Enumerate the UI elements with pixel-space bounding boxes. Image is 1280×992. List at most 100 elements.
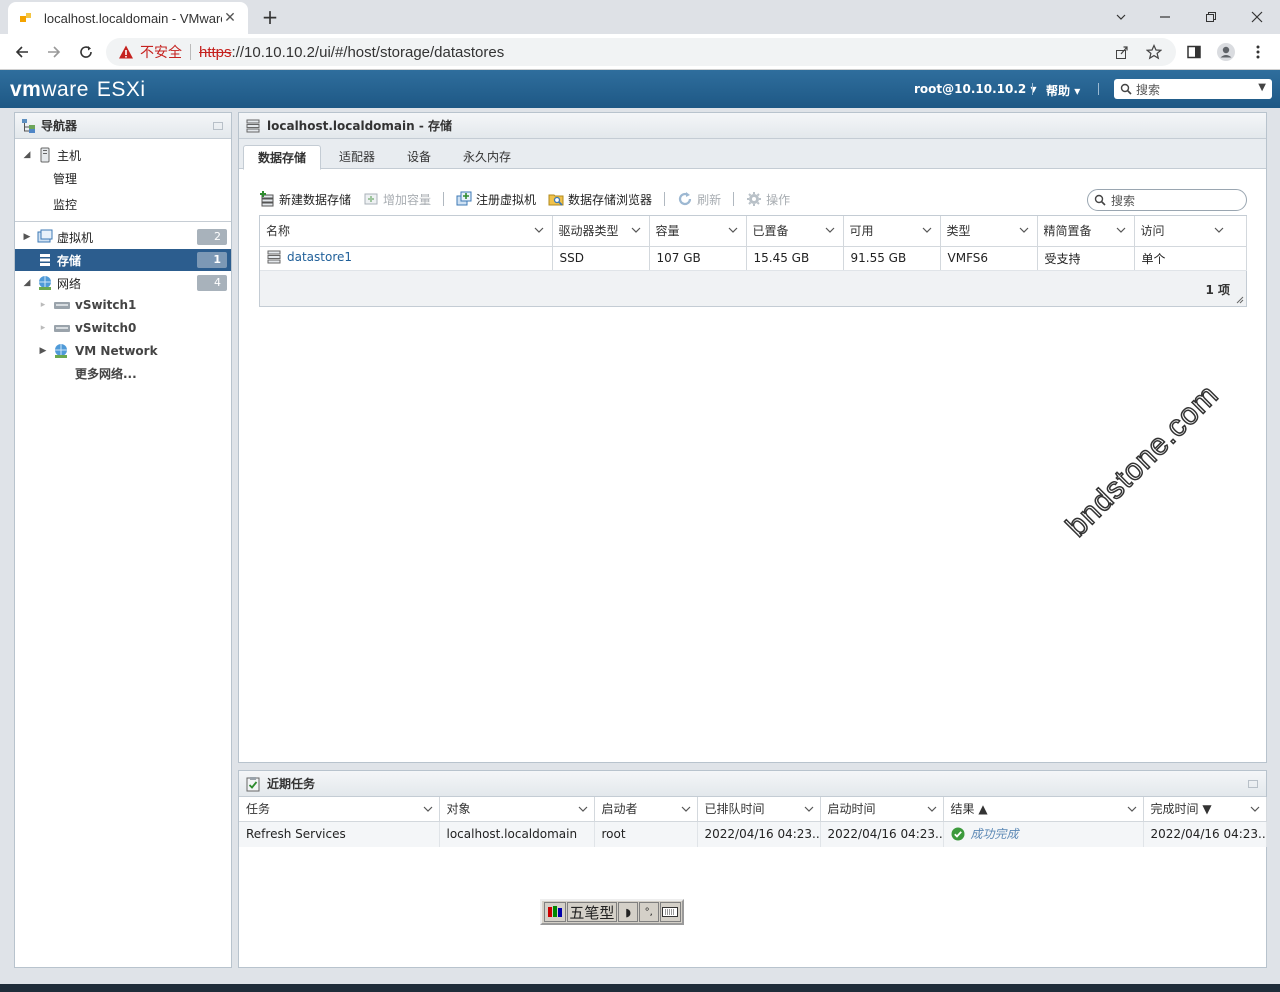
sidebar-toggle-icon[interactable] [1182, 40, 1206, 64]
address-bar[interactable]: 不安全 https ://10.10.10.2/ui/#/host/storag… [106, 38, 1176, 66]
column-header-free[interactable]: 可用 [843, 216, 941, 247]
nav-item-networking[interactable]: ◢ 网络 4 [15, 272, 231, 294]
column-header-drive-type[interactable]: 驱动器类型 [552, 216, 650, 247]
table-row[interactable]: datastore1 SSD 107 GB 15.45 GB 91.55 GB … [260, 246, 1247, 271]
vmware-esxi-logo[interactable]: vmware ESXi [10, 78, 146, 102]
column-header-queued[interactable]: 已排队时间 [697, 797, 821, 822]
network-globe-icon [53, 343, 71, 359]
close-tab-icon[interactable]: ✕ [222, 10, 238, 26]
minimize-window-icon[interactable] [1142, 4, 1188, 30]
browser-toolbar: 不安全 https ://10.10.10.2/ui/#/host/storag… [0, 34, 1280, 70]
column-header-access[interactable]: 访问 [1134, 216, 1247, 247]
profile-avatar-icon[interactable] [1214, 40, 1238, 64]
warning-triangle-icon[interactable] [118, 44, 134, 60]
navigator-icon [21, 118, 37, 134]
column-header-provisioned[interactable]: 已置备 [746, 216, 844, 247]
datastore-browser-icon [548, 191, 564, 207]
expand-arrow-icon[interactable]: ▸ [37, 300, 49, 310]
security-label[interactable]: 不安全 [140, 42, 182, 62]
restore-window-icon[interactable] [1188, 4, 1234, 30]
forward-arrow-icon[interactable] [42, 40, 66, 64]
expand-arrow-icon[interactable]: ◢ [21, 278, 33, 288]
resize-handle-icon[interactable] [1236, 296, 1244, 304]
help-menu[interactable]: 帮助 ▾ [1046, 82, 1080, 99]
table-row[interactable]: Refresh Services localhost.localdomain r… [239, 821, 1267, 847]
column-header-result[interactable]: 结果 ▲ [943, 797, 1144, 822]
nav-item-virtual-machines[interactable]: ▶ 虚拟机 2 [15, 226, 231, 248]
expand-arrow-icon[interactable]: ▶ [37, 346, 49, 356]
ime-mode-label[interactable]: 五笔型 [566, 902, 618, 922]
datastore-search-placeholder: 搜索 [1111, 193, 1136, 208]
storage-panel-header: localhost.localdomain - 存储 [239, 113, 1266, 139]
nav-item-manage[interactable]: 管理 [15, 167, 231, 189]
share-icon[interactable] [1110, 40, 1134, 64]
nav-item-host[interactable]: ◢ 主机 [15, 144, 231, 166]
header-search-input[interactable]: 搜索 ▼ [1114, 79, 1272, 99]
column-header-target[interactable]: 对象 [439, 797, 595, 822]
column-header-started[interactable]: 启动时间 [820, 797, 944, 822]
expand-arrow-icon[interactable]: ◢ [21, 150, 33, 160]
recent-tasks-panel: 近期任务 任务 对象 启动者 已排队时间 启动时间 结果 ▲ 完成时间 ▼ Re… [238, 770, 1267, 968]
column-header-capacity[interactable]: 容量 [649, 216, 747, 247]
datastore-browser-button[interactable]: 数据存储浏览器 [548, 191, 652, 208]
nav-item-label: vSwitch1 [75, 298, 137, 312]
expand-arrow-icon[interactable]: ▸ [37, 323, 49, 333]
search-icon [1120, 83, 1132, 95]
navigator-title: 导航器 [41, 119, 78, 133]
nav-item-more-networks[interactable]: 更多网络... [15, 362, 231, 384]
reload-icon[interactable] [74, 40, 98, 64]
column-header-name[interactable]: 名称 [260, 216, 553, 247]
recent-tasks-header: 近期任务 [239, 771, 1266, 797]
datastore-name-cell[interactable]: datastore1 [260, 246, 553, 271]
ime-punctuation-icon[interactable]: °, [638, 902, 659, 922]
new-tab-button[interactable]: + [258, 6, 282, 30]
ime-halfwidth-moon-icon[interactable]: ◗ [618, 902, 638, 922]
column-header-completed[interactable]: 完成时间 ▼ [1143, 797, 1267, 822]
ime-status-bar[interactable]: 五笔型 ◗ °, [540, 899, 684, 925]
chevron-down-icon[interactable]: ▼ [1258, 82, 1266, 93]
tasks-clipboard-icon [245, 776, 261, 792]
user-menu[interactable]: root@10.10.10.2 ▾ [914, 82, 1036, 96]
increase-capacity-button[interactable]: 增加容量 [363, 191, 431, 208]
register-vm-icon [456, 191, 472, 207]
browser-tab-title: localhost.localdomain - VMware [44, 10, 222, 26]
ime-soft-keyboard-icon[interactable] [659, 902, 682, 922]
ime-logo-icon[interactable] [544, 902, 566, 922]
column-header-type[interactable]: 类型 [940, 216, 1038, 247]
bookmark-star-icon[interactable] [1142, 40, 1166, 64]
back-arrow-icon[interactable] [10, 40, 34, 64]
tab-datastores[interactable]: 数据存储 [243, 145, 322, 170]
table-cell: Refresh Services [239, 821, 440, 847]
actions-button[interactable]: 操作 [746, 191, 790, 208]
tab-persistent-memory[interactable]: 永久内存 [449, 145, 525, 169]
minimize-icon[interactable] [1098, 4, 1144, 30]
close-window-icon[interactable] [1234, 4, 1280, 30]
nav-item-vm-network[interactable]: ▶ VM Network [15, 340, 231, 362]
table-cell: root [594, 821, 698, 847]
register-vm-button[interactable]: 注册虚拟机 [456, 191, 536, 208]
column-header-thin-provisioning[interactable]: 精简置备 [1037, 216, 1135, 247]
new-datastore-icon [259, 191, 275, 207]
new-datastore-button[interactable]: 新建数据存储 [259, 191, 351, 208]
column-header-task[interactable]: 任务 [239, 797, 440, 822]
nav-divider [15, 221, 231, 222]
nav-item-vswitch0[interactable]: ▸ vSwitch0 [15, 317, 231, 339]
collapse-panel-icon[interactable] [1248, 780, 1258, 788]
refresh-button[interactable]: 刷新 [677, 191, 721, 208]
expand-arrow-icon[interactable]: ▶ [21, 232, 33, 242]
collapse-panel-icon[interactable] [213, 122, 223, 130]
datastore-search-input[interactable]: 搜索 [1087, 189, 1247, 211]
column-header-initiator[interactable]: 启动者 [594, 797, 698, 822]
nav-item-vswitch1[interactable]: ▸ vSwitch1 [15, 294, 231, 316]
browser-tab[interactable]: localhost.localdomain - VMware ✕ [8, 2, 248, 34]
table-cell: localhost.localdomain [439, 821, 595, 847]
nav-item-label: 虚拟机 [57, 230, 94, 245]
nav-item-storage[interactable]: 存储 1 [15, 249, 231, 271]
nav-item-monitor[interactable]: 监控 [15, 193, 231, 215]
host-icon [37, 147, 53, 163]
browser-menu-icon[interactable] [1246, 40, 1270, 64]
tab-adapters[interactable]: 适配器 [325, 145, 389, 169]
tab-devices[interactable]: 设备 [393, 145, 445, 169]
url-scheme: https [199, 43, 232, 61]
browser-tabstrip: localhost.localdomain - VMware ✕ + [0, 0, 1280, 34]
